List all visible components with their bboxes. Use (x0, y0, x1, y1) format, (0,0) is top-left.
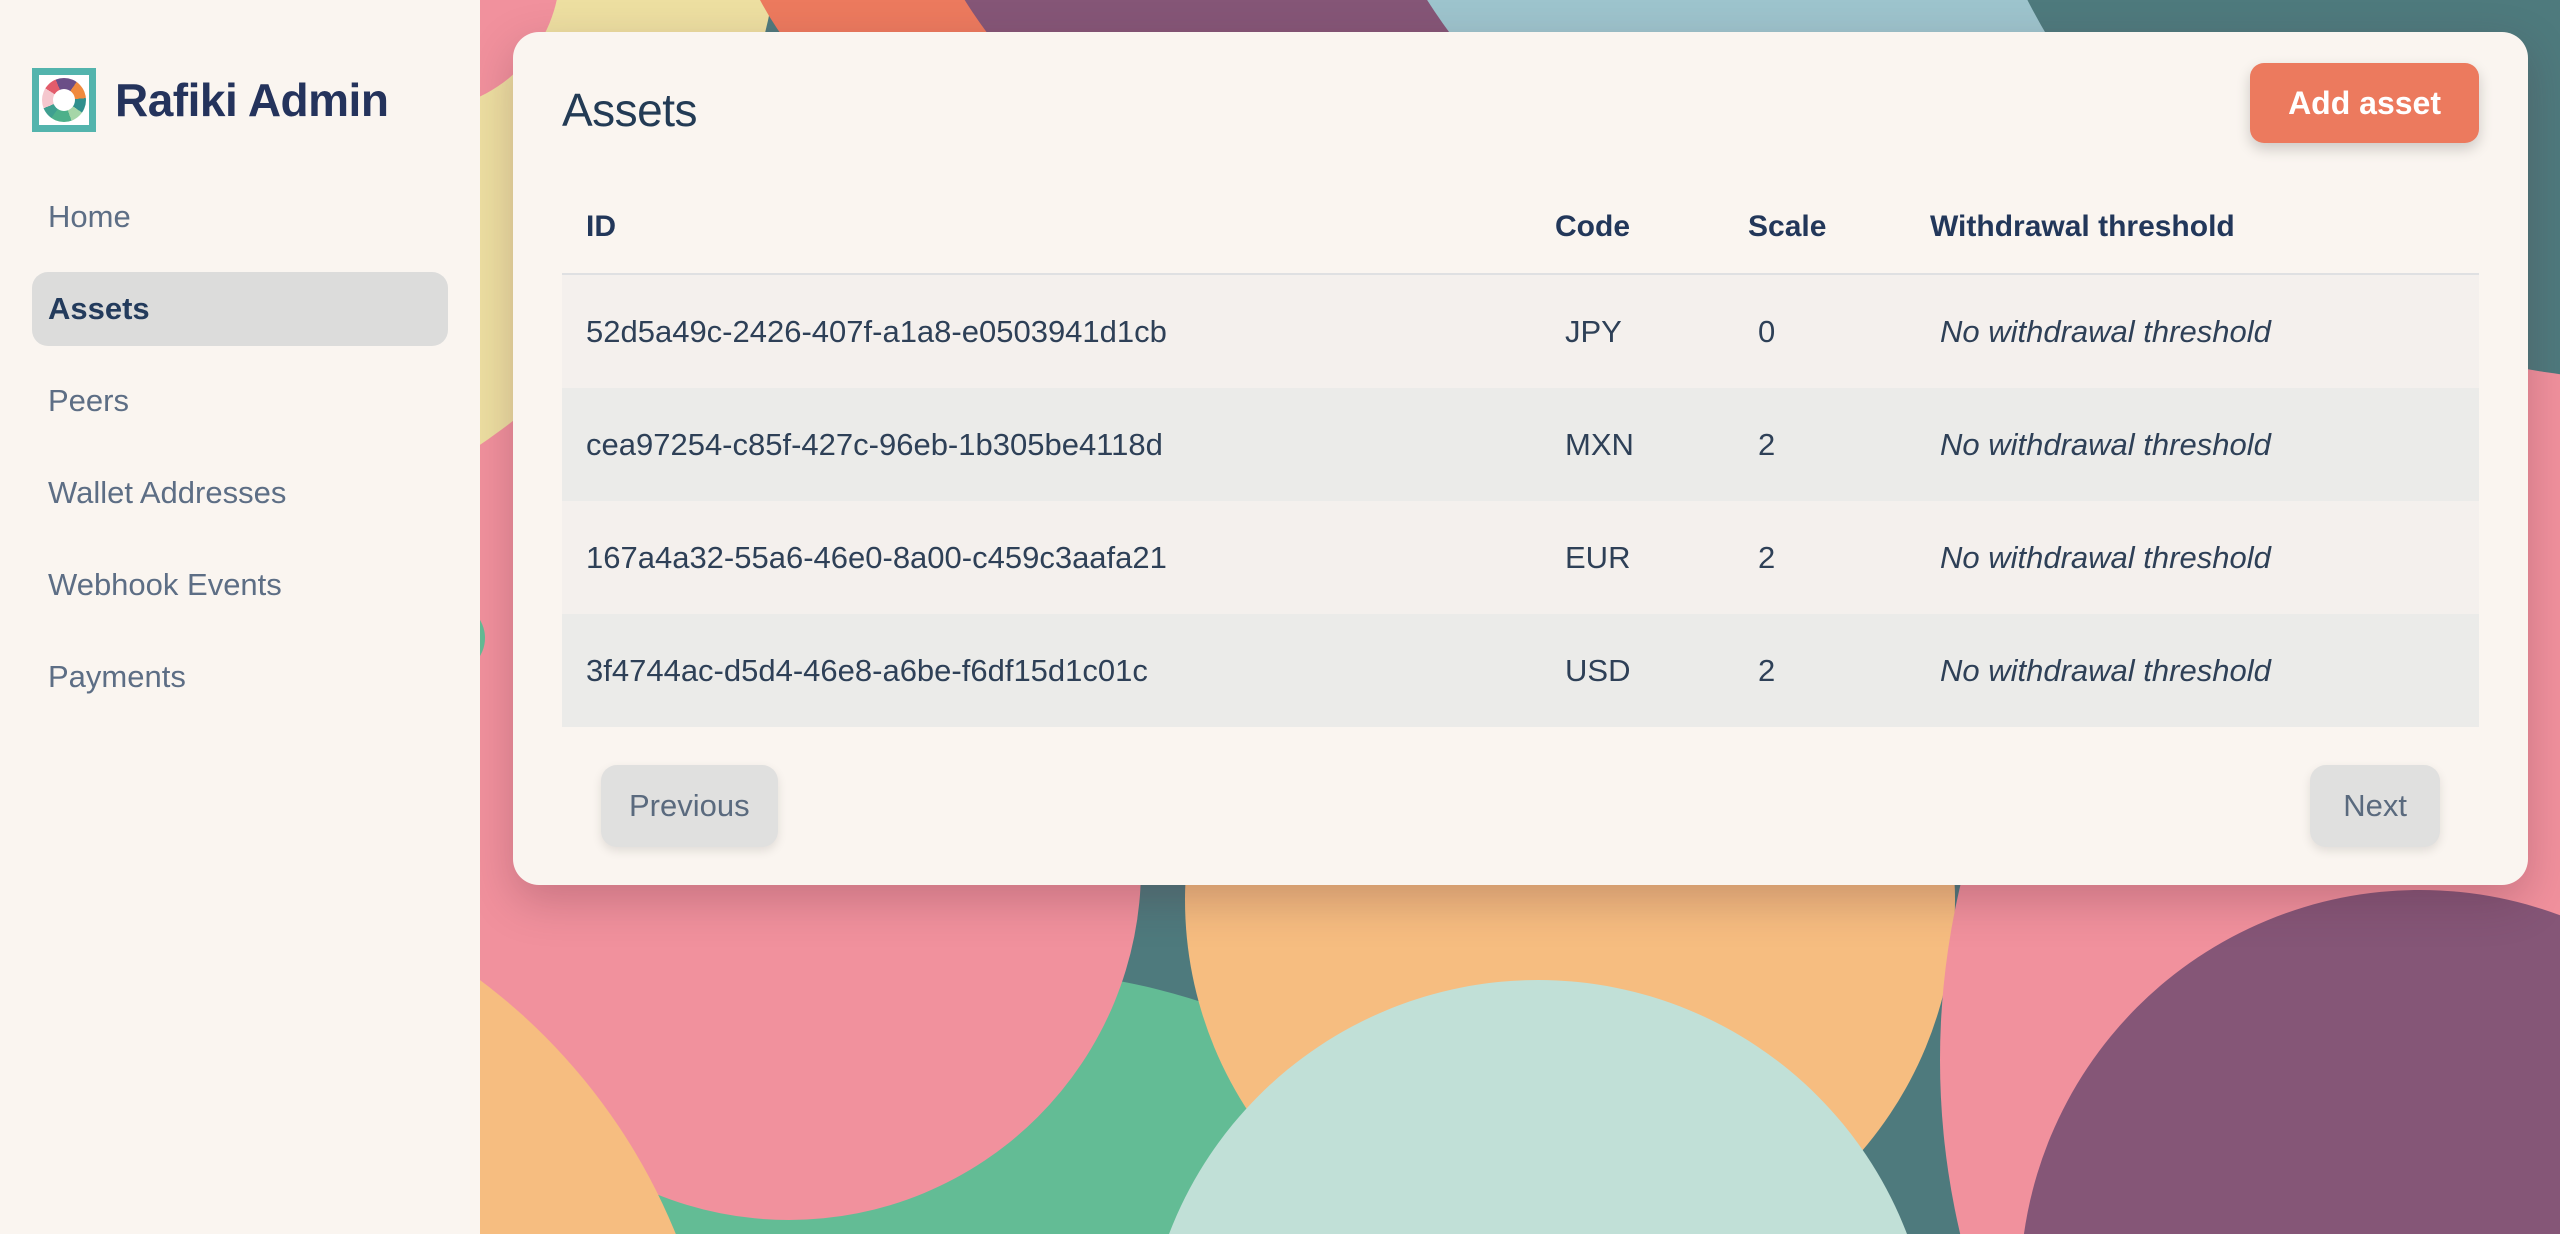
sidebar-item-assets[interactable]: Assets (32, 272, 448, 346)
cell-scale: 2 (1748, 540, 1930, 576)
cell-code: JPY (1555, 314, 1748, 350)
sidebar-item-label: Assets (48, 291, 150, 327)
cell-asset-id: 167a4a32-55a6-46e0-8a00-c459c3aafa21 (562, 540, 1555, 576)
sidebar-item-label: Webhook Events (48, 567, 282, 603)
previous-page-button[interactable]: Previous (601, 765, 778, 847)
sidebar-item-wallet-addresses[interactable]: Wallet Addresses (32, 456, 448, 530)
column-header-code: Code (1555, 210, 1748, 244)
brand-title: Rafiki Admin (115, 73, 388, 127)
rafiki-logo-ring-icon (42, 78, 86, 122)
sidebar-item-label: Payments (48, 659, 186, 695)
sidebar-item-label: Wallet Addresses (48, 475, 286, 511)
next-page-button[interactable]: Next (2310, 765, 2440, 847)
cell-scale: 2 (1748, 427, 1930, 463)
table-header-row: ID Code Scale Withdrawal threshold (562, 181, 2479, 275)
cell-threshold: No withdrawal threshold (1930, 427, 2479, 463)
cell-asset-id: 3f4744ac-d5d4-46e8-a6be-f6df15d1c01c (562, 653, 1555, 689)
page-title: Assets (562, 32, 2479, 133)
column-header-id: ID (562, 210, 1555, 244)
assets-card: Assets Add asset ID Code Scale Withdrawa… (513, 32, 2528, 885)
sidebar-item-label: Home (48, 199, 131, 235)
table-body: 52d5a49c-2426-407f-a1a8-e0503941d1cb JPY… (562, 275, 2479, 727)
cell-scale: 0 (1748, 314, 1930, 350)
cell-threshold: No withdrawal threshold (1930, 540, 2479, 576)
rafiki-logo-icon (32, 68, 96, 132)
table-row[interactable]: 167a4a32-55a6-46e0-8a00-c459c3aafa21 EUR… (562, 501, 2479, 614)
sidebar-item-payments[interactable]: Payments (32, 640, 448, 714)
sidebar-item-peers[interactable]: Peers (32, 364, 448, 438)
cell-code: MXN (1555, 427, 1748, 463)
table-row[interactable]: 52d5a49c-2426-407f-a1a8-e0503941d1cb JPY… (562, 275, 2479, 388)
cell-threshold: No withdrawal threshold (1930, 653, 2479, 689)
cell-threshold: No withdrawal threshold (1930, 314, 2479, 350)
cell-code: USD (1555, 653, 1748, 689)
add-asset-button[interactable]: Add asset (2250, 63, 2479, 143)
table-row[interactable]: 3f4744ac-d5d4-46e8-a6be-f6df15d1c01c USD… (562, 614, 2479, 727)
sidebar-item-webhook-events[interactable]: Webhook Events (32, 548, 448, 622)
column-header-threshold: Withdrawal threshold (1930, 210, 2479, 244)
cell-asset-id: cea97254-c85f-427c-96eb-1b305be4118d (562, 427, 1555, 463)
sidebar-nav: Home Assets Peers Wallet Addresses Webho… (32, 180, 448, 732)
cell-asset-id: 52d5a49c-2426-407f-a1a8-e0503941d1cb (562, 314, 1555, 350)
column-header-scale: Scale (1748, 210, 1930, 244)
cell-code: EUR (1555, 540, 1748, 576)
sidebar-item-home[interactable]: Home (32, 180, 448, 254)
app-root: Rafiki Admin Home Assets Peers Wallet Ad… (0, 0, 2560, 1234)
table-row[interactable]: cea97254-c85f-427c-96eb-1b305be4118d MXN… (562, 388, 2479, 501)
brand[interactable]: Rafiki Admin (32, 68, 388, 132)
sidebar: Rafiki Admin Home Assets Peers Wallet Ad… (0, 0, 480, 1234)
sidebar-item-label: Peers (48, 383, 129, 419)
cell-scale: 2 (1748, 653, 1930, 689)
